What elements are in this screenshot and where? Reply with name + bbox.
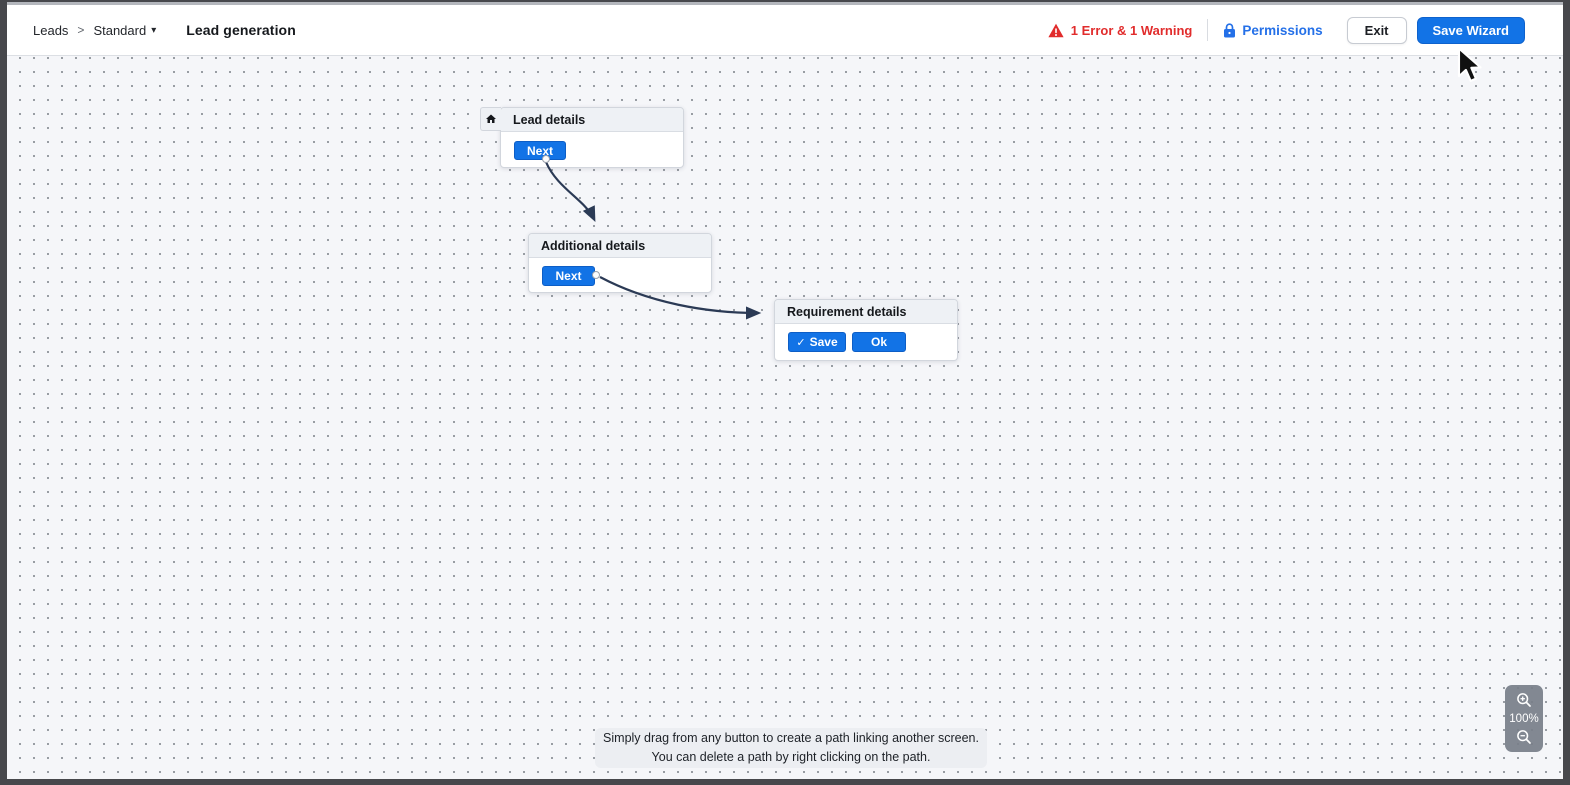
screen-card-lead-details[interactable]: Lead details Next [500, 107, 684, 168]
zoom-controls: 100% [1505, 685, 1543, 752]
wizard-editor-window: Leads > Standard ▾ Lead generation 1 Err… [7, 2, 1563, 779]
screen-card-additional-details[interactable]: Additional details Next [528, 233, 712, 293]
screen-button-next[interactable]: Next [542, 266, 595, 286]
screen-button-save[interactable]: ✓ Save [788, 332, 846, 352]
hint-banner: Simply drag from any button to create a … [595, 728, 987, 768]
permissions-link[interactable]: Permissions [1223, 23, 1322, 38]
screen-title: Lead details [513, 113, 585, 127]
exit-button[interactable]: Exit [1347, 17, 1407, 44]
permissions-label: Permissions [1242, 23, 1322, 38]
layout-selector-label: Standard [93, 23, 146, 38]
hint-line-1: Simply drag from any button to create a … [603, 729, 979, 748]
zoom-in-icon [1516, 692, 1532, 708]
path-lead-to-additional [546, 162, 594, 219]
screen-button-next[interactable]: Next [514, 141, 566, 160]
breadcrumb-module[interactable]: Leads [33, 23, 68, 38]
topbar: Leads > Standard ▾ Lead generation 1 Err… [7, 5, 1563, 56]
screen-card-header: Additional details [529, 234, 711, 258]
wizard-canvas[interactable]: Lead details Next Additional details Nex… [7, 56, 1563, 779]
path-connector-handle[interactable] [592, 271, 600, 279]
topbar-divider [1207, 19, 1208, 41]
page-title: Lead generation [186, 22, 296, 38]
chevron-down-icon: ▾ [151, 25, 156, 36]
screen-button-ok[interactable]: Ok [852, 332, 906, 352]
zoom-out-icon [1516, 729, 1532, 745]
topbar-left: Leads > Standard ▾ Lead generation [33, 22, 296, 38]
check-icon: ✓ [796, 336, 805, 349]
screen-card-header: Lead details [501, 108, 683, 132]
error-warning-label: 1 Error & 1 Warning [1071, 23, 1193, 38]
zoom-level: 100% [1509, 713, 1538, 725]
save-wizard-button[interactable]: Save Wizard [1417, 17, 1525, 44]
breadcrumb-separator-icon: > [77, 23, 84, 37]
home-icon [485, 113, 497, 125]
screen-title: Additional details [541, 239, 645, 253]
lock-icon [1223, 23, 1236, 38]
topbar-right: 1 Error & 1 Warning Permissions Exit Sav… [1048, 17, 1525, 44]
zoom-in-button[interactable] [1516, 692, 1532, 708]
error-warning-status[interactable]: 1 Error & 1 Warning [1048, 23, 1193, 38]
home-start-tab [480, 107, 501, 131]
path-connections[interactable] [7, 56, 1563, 779]
screen-card-requirement-details[interactable]: Requirement details ✓ Save Ok [774, 299, 958, 361]
layout-selector[interactable]: Standard ▾ [93, 23, 156, 38]
screen-button-save-label: Save [810, 335, 838, 349]
screen-title: Requirement details [787, 305, 906, 319]
hint-line-2: You can delete a path by right clicking … [652, 748, 931, 767]
screen-card-header: Requirement details [775, 300, 957, 324]
zoom-out-button[interactable] [1516, 729, 1532, 745]
warning-icon [1048, 23, 1064, 38]
path-connector-handle[interactable] [542, 155, 550, 163]
